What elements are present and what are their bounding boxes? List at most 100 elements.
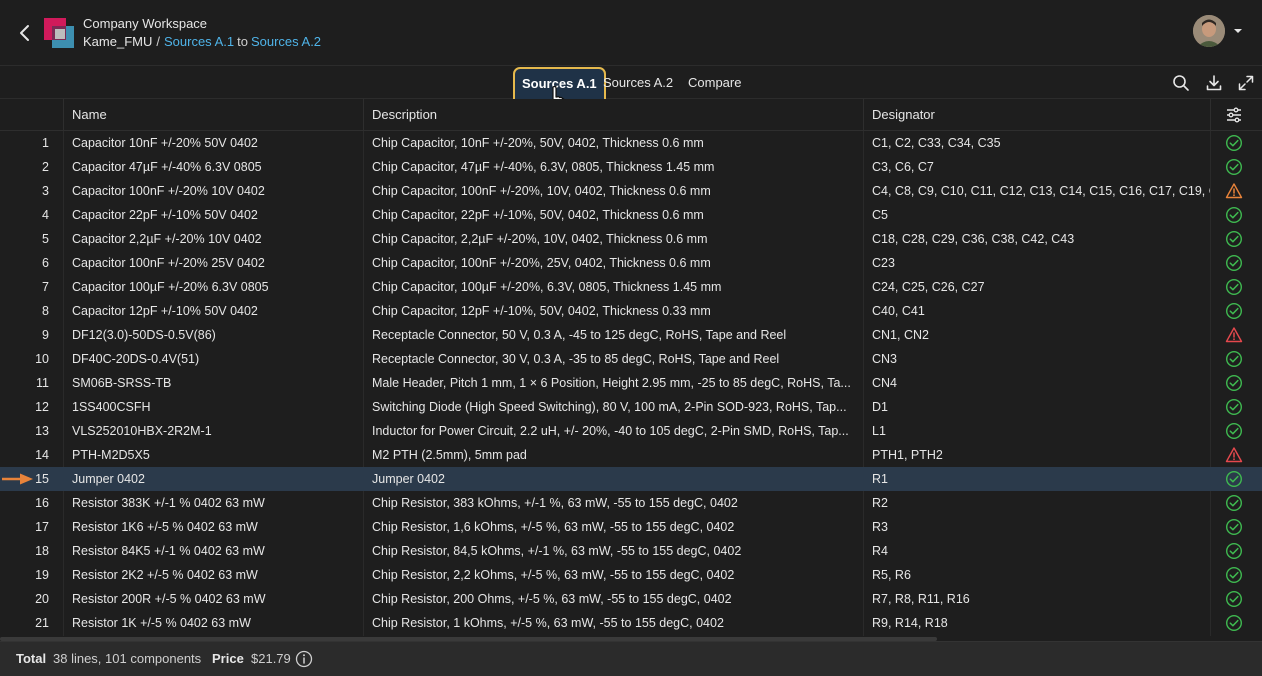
row-index: 4 [42, 208, 49, 222]
row-name: Capacitor 12pF +/-10% 50V 0402 [72, 304, 258, 318]
check-circle-icon[interactable] [1225, 350, 1243, 368]
bom-table: Name Description Designator 1 Capacitor 1… [0, 99, 1262, 636]
search-icon[interactable] [1172, 74, 1190, 92]
table-row[interactable]: 9 DF12(3.0)-50DS-0.5V(86) Receptacle Conne… [0, 323, 1262, 347]
row-designator: C5 [872, 208, 888, 222]
row-index: 15 [35, 472, 49, 486]
error-triangle-icon[interactable] [1225, 446, 1243, 464]
table-row[interactable]: 16 Resistor 383K +/-1 % 0402 63 mW Chip Re… [0, 491, 1262, 515]
table-header: Name Description Designator [0, 99, 1262, 131]
row-status [1222, 299, 1248, 323]
check-circle-icon[interactable] [1225, 422, 1243, 440]
table-row[interactable]: 1 Capacitor 10nF +/-20% 50V 0402 Chip Capa… [0, 131, 1262, 155]
row-index: 3 [42, 184, 49, 198]
table-row[interactable]: 14 PTH-M2D5X5 M2 PTH (2.5mm), 5mm pad PTH1,… [0, 443, 1262, 467]
row-designator: R7, R8, R11, R16 [872, 592, 970, 606]
tab-compare[interactable]: Compare [688, 66, 741, 99]
breadcrumb-source-b-link[interactable]: Sources A.2 [251, 34, 321, 49]
row-status [1222, 227, 1248, 251]
row-description: M2 PTH (2.5mm), 5mm pad [372, 448, 527, 462]
row-designator: C40, C41 [872, 304, 925, 318]
row-name: SM06B-SRSS-TB [72, 376, 172, 390]
table-row[interactable]: 2 Capacitor 47µF +/-40% 6.3V 0805 Chip Cap… [0, 155, 1262, 179]
column-settings-icon[interactable] [1225, 106, 1243, 124]
table-row[interactable]: 5 Capacitor 2,2µF +/-20% 10V 0402 Chip Cap… [0, 227, 1262, 251]
row-designator: CN1, CN2 [872, 328, 929, 342]
row-designator: CN3 [872, 352, 898, 366]
row-status [1222, 419, 1248, 443]
avatar[interactable] [1193, 15, 1225, 47]
table-row[interactable]: 20 Resistor 200R +/-5 % 0402 63 mW Chip Re… [0, 587, 1262, 611]
table-row[interactable]: 7 Capacitor 100µF +/-20% 6.3V 0805 Chip Ca… [0, 275, 1262, 299]
table-row[interactable]: 6 Capacitor 100nF +/-20% 25V 0402 Chip Cap… [0, 251, 1262, 275]
row-status [1222, 155, 1248, 179]
row-designator: PTH1, PTH2 [872, 448, 943, 462]
table-row[interactable]: 17 Resistor 1K6 +/-5 % 0402 63 mW Chip Res… [0, 515, 1262, 539]
row-name: Resistor 200R +/-5 % 0402 63 mW [72, 592, 266, 606]
row-index: 12 [35, 400, 49, 414]
back-arrow-icon[interactable] [14, 22, 36, 44]
check-circle-icon[interactable] [1225, 542, 1243, 560]
tab-sources-a2[interactable]: Sources A.2 [603, 66, 673, 99]
table-row[interactable]: 4 Capacitor 22pF +/-10% 50V 0402 Chip Capa… [0, 203, 1262, 227]
row-name: Resistor 1K +/-5 % 0402 63 mW [72, 616, 251, 630]
check-circle-icon[interactable] [1225, 302, 1243, 320]
table-row[interactable]: 15 Jumper 0402 Jumper 0402 R1 [0, 467, 1262, 491]
row-description: Chip Resistor, 1,6 kOhms, +/-5 %, 63 mW,… [372, 520, 735, 534]
row-index: 14 [35, 448, 49, 462]
table-row[interactable]: 3 Capacitor 100nF +/-20% 10V 0402 Chip Cap… [0, 179, 1262, 203]
row-designator: L1 [872, 424, 886, 438]
check-circle-icon[interactable] [1225, 278, 1243, 296]
row-designator: C4, C8, C9, C10, C11, C12, C13, C14, C15… [872, 184, 1210, 198]
table-row[interactable]: 12 1SS400CSFH Switching Diode (High Speed … [0, 395, 1262, 419]
check-circle-icon[interactable] [1225, 158, 1243, 176]
check-circle-icon[interactable] [1225, 590, 1243, 608]
table-row[interactable]: 10 DF40C-20DS-0.4V(51) Receptacle Connecto… [0, 347, 1262, 371]
check-circle-icon[interactable] [1225, 230, 1243, 248]
column-header-name[interactable]: Name [64, 99, 364, 131]
warning-triangle-icon[interactable] [1225, 182, 1243, 200]
row-index: 8 [42, 304, 49, 318]
error-triangle-icon[interactable] [1225, 326, 1243, 344]
check-circle-icon[interactable] [1225, 254, 1243, 272]
row-name: VLS252010HBX-2R2M-1 [72, 424, 212, 438]
breadcrumb-project[interactable]: Kame_FMU [83, 34, 152, 49]
check-circle-icon[interactable] [1225, 374, 1243, 392]
row-status [1222, 179, 1248, 203]
column-header-index [0, 99, 64, 131]
row-status [1222, 347, 1248, 371]
check-circle-icon[interactable] [1225, 398, 1243, 416]
total-value: 38 lines, 101 components [53, 651, 202, 666]
summary-footer: Total 38 lines, 101 components Price $21… [0, 641, 1262, 676]
view-tabs: Sources A.1 Sources A.2 Compare [0, 66, 1262, 113]
row-name: Resistor 84K5 +/-1 % 0402 63 mW [72, 544, 265, 558]
expand-icon[interactable] [1237, 74, 1255, 92]
row-name: Jumper 0402 [72, 472, 145, 486]
check-circle-icon[interactable] [1225, 206, 1243, 224]
table-row[interactable]: 21 Resistor 1K +/-5 % 0402 63 mW Chip Resi… [0, 611, 1262, 635]
column-header-designator[interactable]: Designator [864, 99, 1211, 131]
check-circle-icon[interactable] [1225, 134, 1243, 152]
row-status [1222, 515, 1248, 539]
table-row[interactable]: 18 Resistor 84K5 +/-1 % 0402 63 mW Chip Re… [0, 539, 1262, 563]
check-circle-icon[interactable] [1225, 470, 1243, 488]
chevron-down-icon[interactable] [1233, 27, 1243, 35]
row-designator: R5, R6 [872, 568, 911, 582]
table-row[interactable]: 8 Capacitor 12pF +/-10% 50V 0402 Chip Capa… [0, 299, 1262, 323]
row-description: Chip Capacitor, 100nF +/-20%, 25V, 0402,… [372, 256, 711, 270]
download-icon[interactable] [1205, 74, 1223, 92]
row-index: 6 [42, 256, 49, 270]
check-circle-icon[interactable] [1225, 518, 1243, 536]
check-circle-icon[interactable] [1225, 614, 1243, 632]
breadcrumb-source-a-link[interactable]: Sources A.1 [164, 34, 234, 49]
check-circle-icon[interactable] [1225, 494, 1243, 512]
table-row[interactable]: 13 VLS252010HBX-2R2M-1 Inductor for Power … [0, 419, 1262, 443]
row-designator: R9, R14, R18 [872, 616, 948, 630]
row-designator: C1, C2, C33, C34, C35 [872, 136, 1001, 150]
price-label: Price [212, 651, 244, 666]
check-circle-icon[interactable] [1225, 566, 1243, 584]
info-icon[interactable] [295, 650, 313, 668]
table-row[interactable]: 11 SM06B-SRSS-TB Male Header, Pitch 1 mm, … [0, 371, 1262, 395]
column-header-description[interactable]: Description [364, 99, 864, 131]
table-row[interactable]: 19 Resistor 2K2 +/-5 % 0402 63 mW Chip Res… [0, 563, 1262, 587]
